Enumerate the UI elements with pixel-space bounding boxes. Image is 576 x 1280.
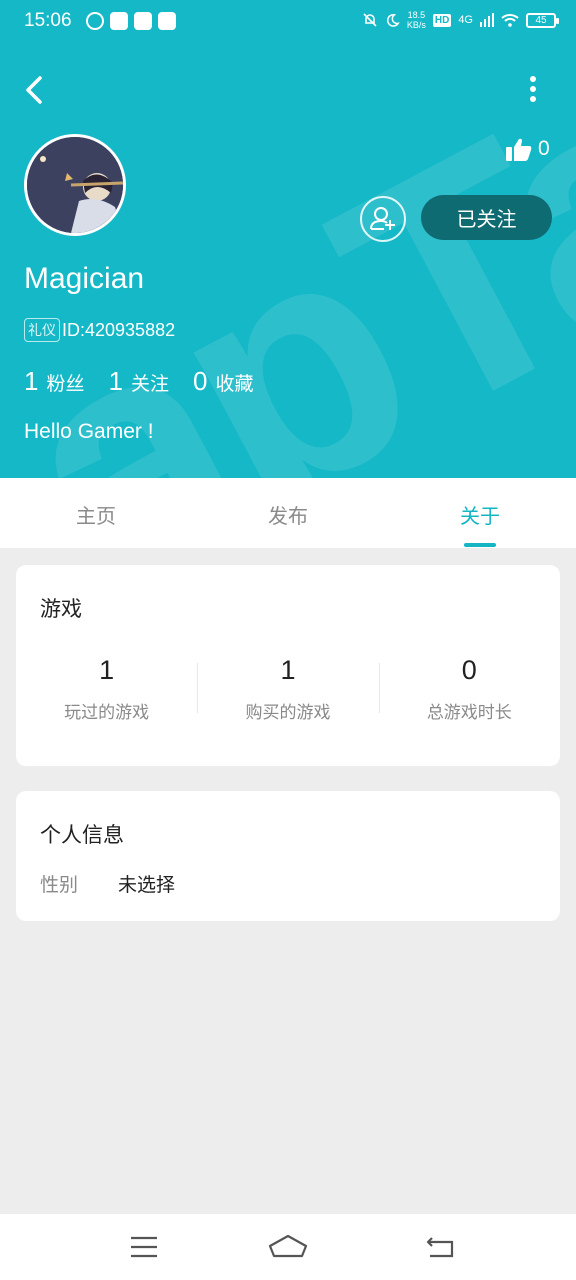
purchased-games-label: 购买的游戏: [245, 703, 331, 723]
return-button[interactable]: [420, 1232, 460, 1262]
game-stats: 1 玩过的游戏 1 购买的游戏 0 总游戏时长: [16, 655, 560, 723]
battery-indicator: 45: [526, 12, 559, 28]
more-button[interactable]: [520, 70, 546, 110]
more-icon: [530, 76, 536, 102]
home-icon: [268, 1234, 308, 1258]
profile-stats: 1 粉丝 1 关注 0 收藏: [24, 366, 277, 397]
favorites-count[interactable]: 0: [193, 366, 207, 397]
playtime-value: 0: [461, 655, 477, 685]
followers-count[interactable]: 1: [24, 366, 38, 397]
avatar-image: [27, 137, 123, 233]
signal-icon: [480, 13, 494, 27]
net-speed: 18.5 KB/s: [406, 10, 426, 30]
personal-info-card: 个人信息 性别 未选择: [16, 791, 560, 921]
status-app-icons: [86, 12, 176, 30]
purchased-games-count: 1: [280, 655, 296, 685]
user-bio: Hello Gamer !: [24, 420, 154, 443]
notification-app-icon: [86, 12, 104, 30]
username: Magician: [24, 262, 145, 295]
like-count: 0: [538, 137, 550, 160]
following-count[interactable]: 1: [108, 366, 122, 397]
menu-icon: [131, 1236, 157, 1258]
hd-badge: HD: [432, 13, 452, 27]
games-card-title: 游戏: [40, 597, 82, 621]
profile-header: apTa 15:06 18.5 KB/s HD 4G 45 0 已关注 Magi…: [0, 0, 576, 478]
network-type: 4G: [458, 14, 473, 26]
user-tag-badge: 礼仪: [24, 318, 60, 342]
played-games-label: 玩过的游戏: [64, 703, 150, 723]
return-icon: [426, 1237, 454, 1258]
played-games-stat[interactable]: 1 玩过的游戏: [16, 655, 197, 723]
back-button[interactable]: [20, 70, 56, 110]
moon-icon: [386, 13, 400, 27]
playtime-stat[interactable]: 0 总游戏时长: [378, 655, 560, 723]
home-button[interactable]: [266, 1232, 310, 1262]
avatar[interactable]: [24, 134, 126, 236]
add-friend-button[interactable]: [360, 196, 406, 242]
user-id-line: 礼仪 ID:420935882: [24, 318, 175, 342]
menu-button[interactable]: [124, 1232, 164, 1262]
status-bar: 15:06 18.5 KB/s HD 4G 45: [0, 0, 576, 44]
played-games-count: 1: [99, 655, 115, 685]
follow-status-button[interactable]: 已关注: [421, 195, 552, 240]
mute-bell-icon: [363, 13, 377, 27]
like-counter[interactable]: 0: [506, 137, 550, 161]
favorites-label[interactable]: 收藏: [215, 369, 253, 396]
wifi-icon: [501, 14, 519, 27]
personal-info-title: 个人信息: [40, 823, 124, 847]
notification-app-icon: [134, 12, 152, 30]
gender-row: 性别 未选择: [40, 870, 175, 897]
followers-label[interactable]: 粉丝: [46, 369, 84, 396]
gender-value: 未选择: [118, 874, 176, 896]
tab-home[interactable]: 主页: [0, 478, 192, 548]
status-time: 15:06: [24, 10, 72, 31]
tab-posts[interactable]: 发布: [192, 478, 384, 548]
games-card: 游戏 1 玩过的游戏 1 购买的游戏 0 总游戏时长: [16, 565, 560, 766]
status-indicators: 18.5 KB/s HD 4G 45: [362, 10, 559, 30]
add-friend-icon: [370, 207, 395, 230]
playtime-label: 总游戏时长: [426, 703, 512, 723]
profile-tabs: 主页 发布 关于: [0, 478, 576, 548]
tab-about[interactable]: 关于: [384, 478, 576, 548]
system-nav-bar: [0, 1214, 576, 1280]
gender-label: 性别: [40, 874, 79, 896]
back-icon: [26, 76, 42, 104]
thumb-up-icon: [506, 138, 532, 161]
purchased-games-stat[interactable]: 1 购买的游戏: [197, 655, 378, 723]
notification-app-icon: [158, 12, 176, 30]
notification-app-icon: [110, 12, 128, 30]
following-label[interactable]: 关注: [131, 369, 169, 396]
user-id: ID:420935882: [62, 319, 176, 340]
